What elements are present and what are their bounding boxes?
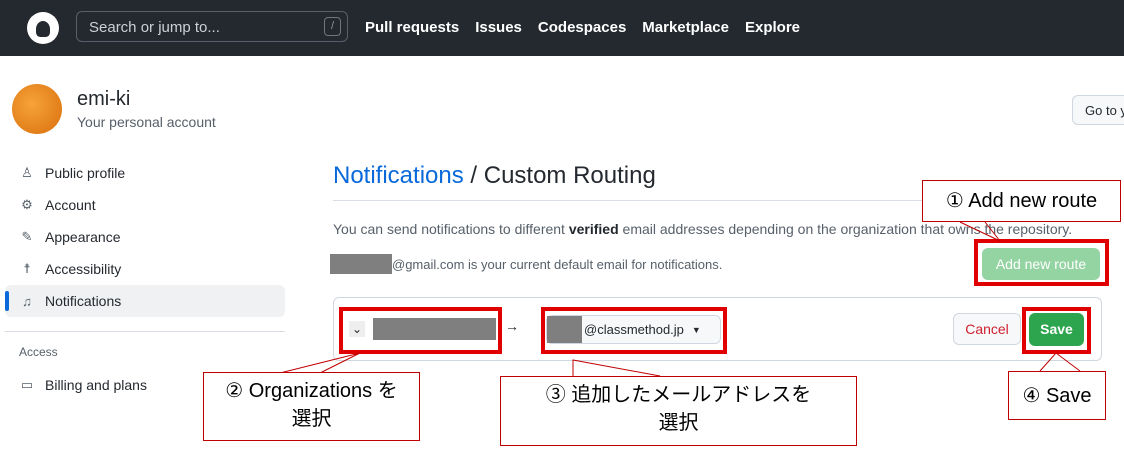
callout-text: 選択 xyxy=(291,408,332,430)
callout-add-route: ① Add new route xyxy=(922,180,1121,222)
callout-organization: ② Organizations を選択 xyxy=(203,372,420,441)
callout-text: 選択 xyxy=(658,412,699,434)
callout-save: ④ Save xyxy=(1008,371,1106,420)
callout-text: ③ 追加したメールアドレスを xyxy=(545,384,812,406)
callout-text: ② Organizations を xyxy=(225,380,398,402)
callout-email: ③ 追加したメールアドレスを 選択 xyxy=(500,376,857,446)
